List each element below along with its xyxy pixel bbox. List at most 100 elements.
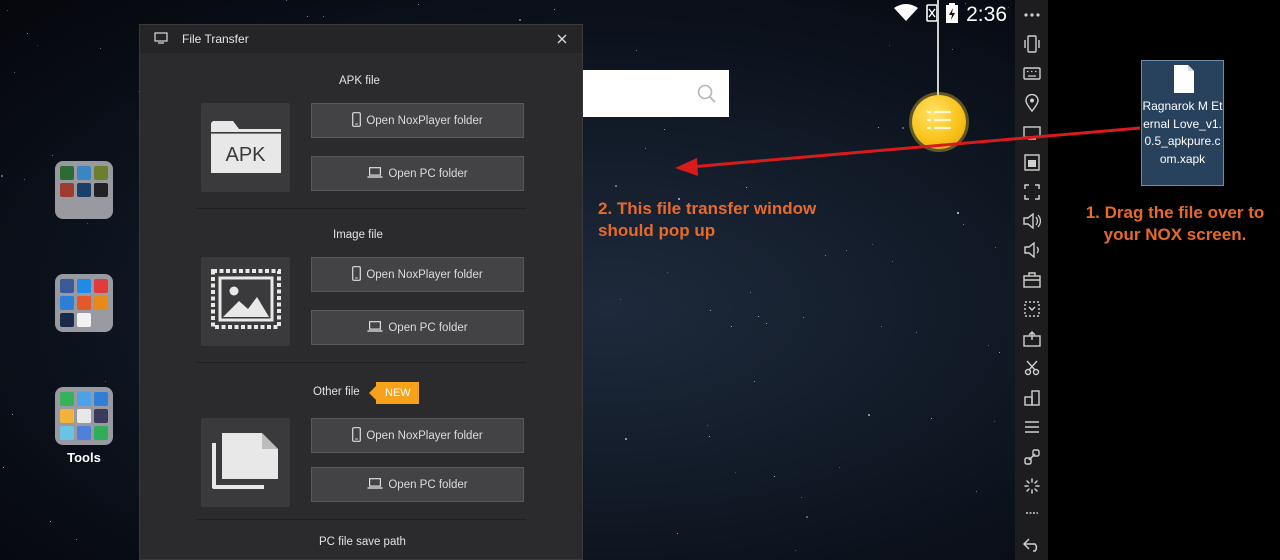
phone-shake-icon[interactable] (1015, 29, 1048, 58)
annotation-step-2: 2. This file transfer window should pop … (598, 199, 817, 240)
star (754, 381, 755, 382)
star (892, 261, 893, 262)
star (1, 175, 3, 177)
apk-thumb: APK (201, 103, 290, 192)
star (839, 467, 840, 468)
loading-icon[interactable] (1015, 472, 1048, 501)
back-icon[interactable] (1015, 530, 1048, 559)
star (554, 9, 555, 10)
image-icon (210, 268, 282, 335)
apk-thumb-text: APK (225, 144, 266, 166)
status-bar: 2:36 (885, 0, 1015, 30)
star (902, 127, 904, 129)
multi-instance-icon[interactable] (1015, 383, 1048, 412)
wifi-icon (894, 3, 919, 27)
files-icon (210, 429, 282, 496)
star (14, 72, 15, 73)
save-path-title: PC file save path (319, 536, 406, 548)
star (872, 244, 873, 245)
star (710, 310, 711, 311)
star (976, 491, 977, 492)
star (27, 33, 28, 34)
phone-icon (352, 111, 362, 130)
button-label: Open NoxPlayer folder (366, 268, 483, 281)
star (931, 418, 932, 419)
recent-icon[interactable] (1015, 501, 1048, 530)
star (952, 49, 953, 50)
clock: 2:36 (966, 3, 1007, 26)
floating-ball[interactable] (912, 95, 966, 149)
star (750, 292, 751, 293)
file-transfer-dialog: File Transfer APK file APK Open NoxPlaye… (139, 24, 583, 560)
backup-icon[interactable] (1015, 147, 1048, 176)
games-folder[interactable] (55, 161, 113, 219)
apk-open-pc-folder-button[interactable]: Open PC folder (311, 156, 524, 191)
other-thumb (201, 418, 290, 507)
star (889, 45, 890, 46)
laptop-icon (367, 320, 383, 335)
star (105, 381, 106, 382)
star (664, 129, 665, 130)
volume-up-icon[interactable] (1015, 206, 1048, 235)
image-open-noxplayer-folder-button[interactable]: Open NoxPlayer folder (311, 257, 524, 292)
social-folder[interactable] (55, 274, 113, 332)
star (667, 272, 668, 273)
search-icon[interactable] (697, 84, 717, 109)
star (916, 332, 917, 333)
button-label: Open PC folder (388, 321, 468, 334)
star (731, 326, 732, 327)
scissors-icon[interactable] (1015, 354, 1048, 383)
annotation-step-1: 1. Drag the file over to your NOX screen… (1085, 203, 1265, 244)
dialog-titlebar[interactable]: File Transfer (140, 25, 582, 53)
location-icon[interactable] (1015, 88, 1048, 117)
more-icon[interactable] (1015, 0, 1048, 29)
fullscreen-icon[interactable] (1015, 177, 1048, 206)
screen-icon[interactable] (1015, 118, 1048, 147)
tools-folder[interactable] (55, 387, 113, 445)
search-bar[interactable] (580, 70, 729, 117)
star (37, 45, 38, 46)
star (957, 212, 959, 214)
link-icon[interactable] (1015, 442, 1048, 471)
apk-open-noxplayer-folder-button[interactable]: Open NoxPlayer folder (311, 103, 524, 138)
battery-charging-icon (946, 2, 959, 28)
other-open-pc-folder-button[interactable]: Open PC folder (311, 467, 524, 502)
phone-icon (352, 426, 362, 445)
star (999, 352, 1000, 353)
star (735, 472, 736, 473)
star (636, 50, 637, 51)
monitor-icon (154, 31, 168, 47)
toolbox-icon[interactable] (1015, 265, 1048, 294)
star (806, 516, 808, 518)
macro-icon[interactable] (1015, 295, 1048, 324)
close-icon[interactable] (554, 31, 570, 47)
list-icon (924, 107, 954, 138)
star (846, 250, 847, 251)
star (774, 476, 775, 477)
star (707, 425, 708, 426)
star (24, 179, 25, 180)
volume-down-icon[interactable] (1015, 236, 1048, 265)
floating-ball-string (937, 0, 939, 98)
star (87, 223, 88, 224)
laptop-icon (367, 477, 383, 492)
desktop-xapk-file[interactable]: Ragnarok M Eternal Love_v1.0.5_apkpure.c… (1141, 60, 1224, 186)
button-label: Open PC folder (388, 167, 468, 180)
image-section-title: Image file (333, 229, 383, 241)
nox-toolbar (1015, 0, 1048, 560)
star (988, 345, 989, 346)
star (100, 48, 101, 49)
screenshot-icon[interactable] (1015, 324, 1048, 353)
star (746, 187, 747, 188)
star (677, 533, 678, 534)
star (519, 19, 521, 21)
other-open-noxplayer-folder-button[interactable]: Open NoxPlayer folder (311, 418, 524, 453)
keyboard-icon[interactable] (1015, 59, 1048, 88)
image-open-pc-folder-button[interactable]: Open PC folder (311, 310, 524, 345)
image-thumb (201, 257, 290, 346)
dialog-title: File Transfer (182, 32, 249, 46)
screen: 2:36 Tools File Transfer APK file APK Op… (0, 0, 1280, 560)
menu-icon[interactable] (1015, 413, 1048, 442)
star (758, 316, 759, 317)
star (645, 148, 646, 149)
